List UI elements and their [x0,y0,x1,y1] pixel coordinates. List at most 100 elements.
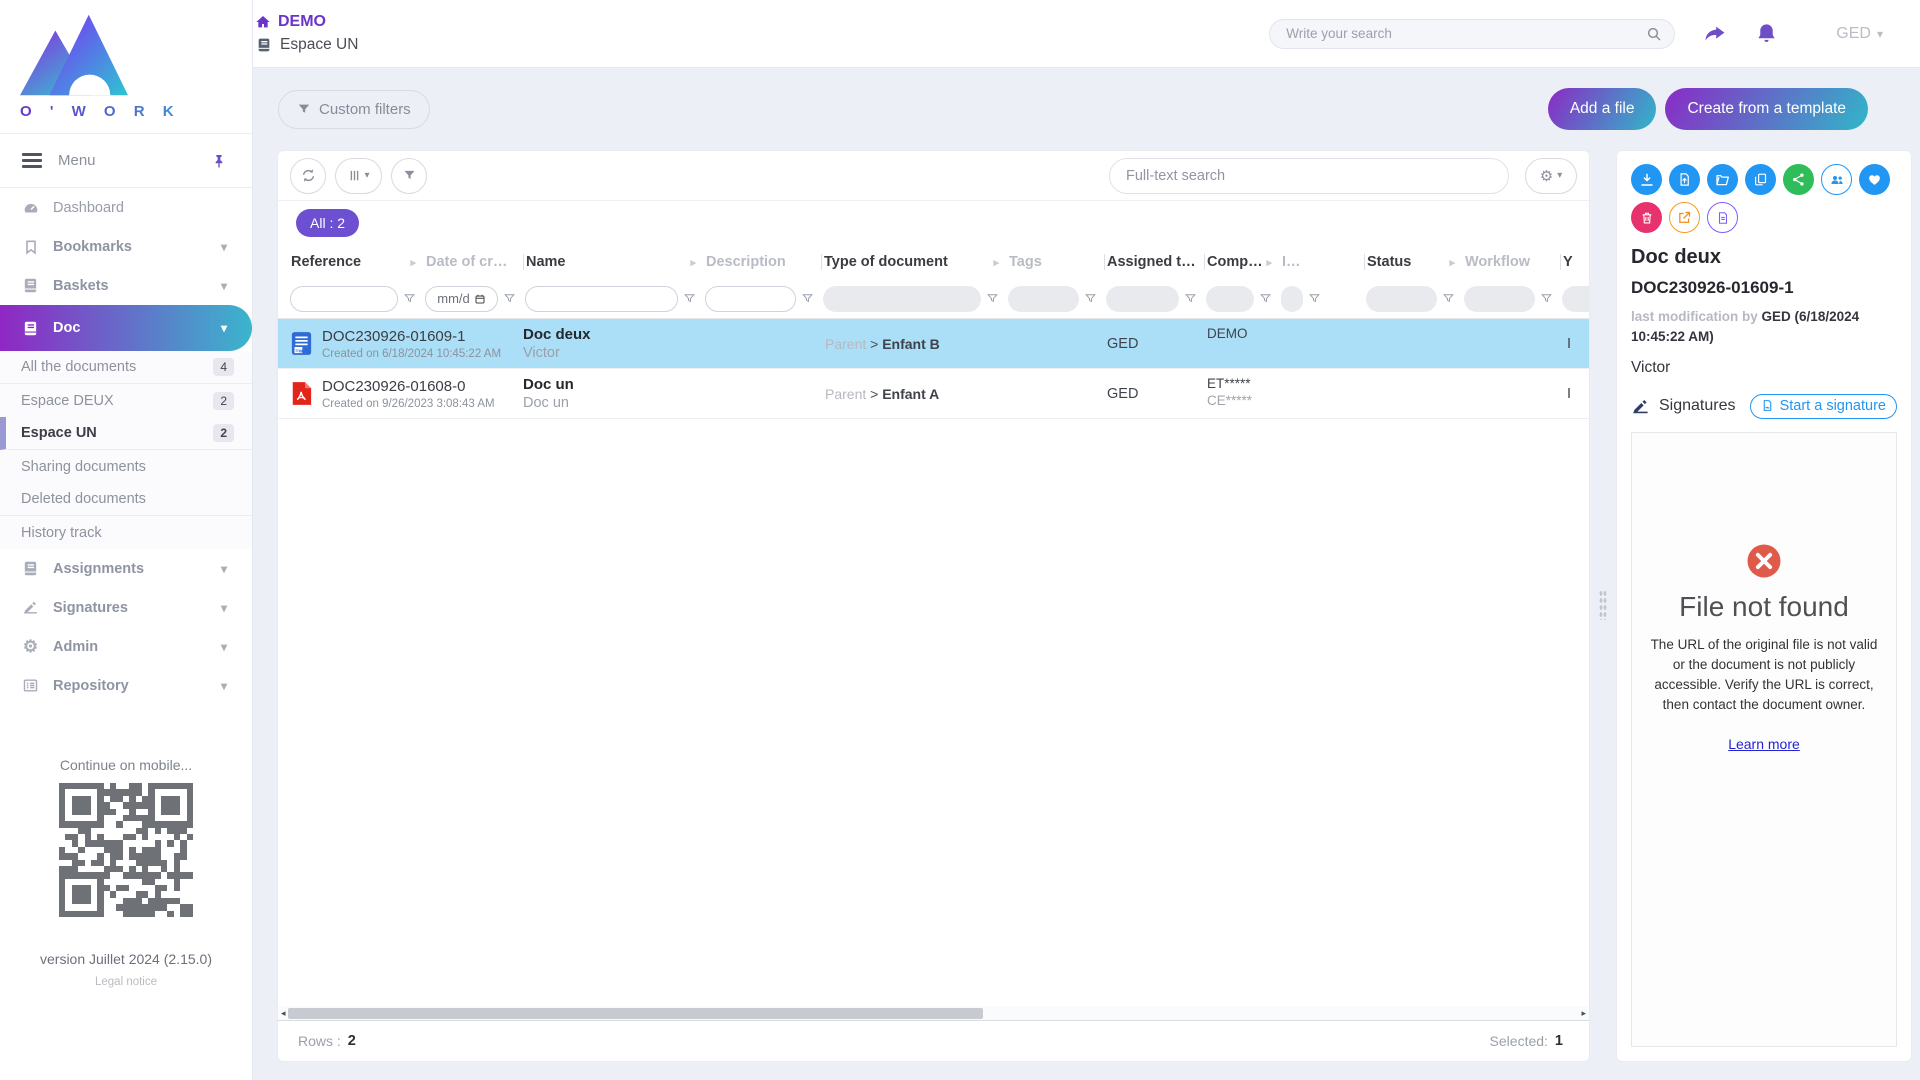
sidebar-item-admin[interactable]: ⚙ Admin ▾ [0,627,252,666]
scroll-left-icon[interactable]: ◂ [281,1008,286,1019]
column-header-y[interactable]: Y [1560,245,1589,279]
column-header-name[interactable]: Name▸ [523,245,703,279]
learn-more-link[interactable]: Learn more [1728,736,1800,752]
table-row[interactable]: DOC230926-01608-0 Created on 9/26/2023 3… [278,369,1589,419]
column-header-i[interactable]: I… [1279,245,1364,279]
row-name: Doc un [523,376,821,393]
sidebar-item-doc[interactable]: Doc ▾ [0,305,252,351]
sidebar-item-all-documents[interactable]: All the documents 4 [0,351,252,384]
delete-button[interactable] [1631,202,1662,233]
sidebar-item-assignments[interactable]: Assignments ▾ [0,549,252,588]
create-from-template-button[interactable]: Create from a template [1665,88,1868,130]
panel-resize-handle[interactable] [1599,590,1607,620]
table-viewport: Reference▸ Date of cr… Name▸ Description… [278,245,1589,419]
date-filter-input[interactable]: mm/d [425,286,498,312]
upload-file-button[interactable] [1669,164,1700,195]
funnel-icon[interactable] [1540,292,1553,305]
filter-badges: All : 2 [278,201,1589,245]
sidebar-item-history-track[interactable]: History track [0,516,252,549]
breadcrumb-root[interactable]: DEMO [255,13,358,31]
search-icon[interactable] [1646,26,1662,42]
refresh-button[interactable] [290,158,326,194]
name-filter-input[interactable] [525,286,678,312]
file-preview-panel: File not found The URL of the original f… [1631,432,1897,1048]
sidebar-item-label: Repository [53,678,129,694]
funnel-icon[interactable] [683,292,696,305]
scroll-right-icon[interactable]: ▸ [1581,1008,1586,1019]
sidebar-item-baskets[interactable]: Baskets ▾ [0,266,252,305]
breadcrumb-current[interactable]: Espace UN [255,36,358,54]
notifications-bell-icon[interactable] [1755,22,1778,45]
funnel-icon[interactable] [1084,292,1097,305]
sidebar-item-signatures[interactable]: Signatures ▾ [0,588,252,627]
table-settings-button[interactable]: ⚙ ▾ [1525,158,1577,194]
workflow-filter-disabled [1464,286,1535,312]
fulltext-search-input[interactable] [1126,168,1492,184]
error-x-icon [1746,543,1782,579]
expand-column-icon[interactable]: ▸ [1449,256,1455,269]
chevron-down-icon: ▾ [221,279,227,293]
add-file-button[interactable]: Add a file [1548,88,1657,130]
funnel-icon[interactable] [1442,292,1455,305]
share-button[interactable] [1783,164,1814,195]
chevron-down-icon: ▾ [221,321,227,335]
column-header-workflow[interactable]: Workflow [1462,245,1560,279]
description-filter-input[interactable] [705,286,796,312]
reference-filter-input[interactable] [290,286,398,312]
sidebar-item-label: Dashboard [53,200,124,216]
expand-column-icon[interactable]: ▸ [993,256,999,269]
sidebar-item-repository[interactable]: Repository ▾ [0,666,252,705]
i-filter-disabled [1281,286,1303,312]
all-filter-badge[interactable]: All : 2 [296,209,359,237]
doc-submenu: All the documents 4 Espace DEUX 2 Espace… [0,351,252,549]
filter-button[interactable] [391,158,427,194]
column-header-date[interactable]: Date of cr… [423,245,523,279]
users-button[interactable] [1821,164,1852,195]
table-row[interactable]: ≡w DOC230926-01609-1 Created on 6/18/202… [278,319,1589,369]
scrollbar-thumb[interactable] [288,1008,983,1019]
favorite-heart-button[interactable] [1859,164,1890,195]
hamburger-icon[interactable] [22,153,42,168]
column-header-status[interactable]: Status▸ [1364,245,1462,279]
funnel-icon[interactable] [1259,292,1272,305]
document-button[interactable] [1707,202,1738,233]
pin-sidebar-icon[interactable] [211,153,227,169]
funnel-icon[interactable] [1308,292,1321,305]
expand-column-icon[interactable]: ▸ [1266,256,1272,269]
breadcrumb: DEMO Espace UN [255,13,358,54]
download-button[interactable] [1631,164,1662,195]
column-header-reference[interactable]: Reference▸ [278,245,423,279]
funnel-icon[interactable] [801,292,814,305]
expand-column-icon[interactable]: ▸ [410,256,416,269]
funnel-icon[interactable] [986,292,999,305]
copy-button[interactable] [1745,164,1776,195]
funnel-icon[interactable] [1184,292,1197,305]
column-header-company[interactable]: Comp…▸ [1204,245,1279,279]
global-search-input[interactable] [1286,26,1646,41]
legal-notice-link[interactable]: Legal notice [95,976,157,988]
sidebar-item-dashboard[interactable]: Dashboard [0,188,252,227]
funnel-icon[interactable] [503,292,516,305]
column-header-type[interactable]: Type of document▸ [821,245,1006,279]
selected-count: 1 [1555,1033,1563,1049]
column-header-description[interactable]: Description [703,245,821,279]
sidebar-item-espace-un[interactable]: Espace UN 2 [0,417,252,450]
funnel-icon[interactable] [403,292,416,305]
external-link-button[interactable] [1669,202,1700,233]
share-arrow-icon[interactable] [1703,22,1727,46]
sidebar-item-espace-deux[interactable]: Espace DEUX 2 [0,384,252,417]
expand-column-icon[interactable]: ▸ [690,256,696,269]
column-header-tags[interactable]: Tags [1006,245,1104,279]
file-error-message: The URL of the original file is not vali… [1645,635,1883,716]
sidebar-item-sharing-documents[interactable]: Sharing documents [0,450,252,483]
sidebar-item-bookmarks[interactable]: Bookmarks ▾ [0,227,252,266]
row-author: Victor [523,345,821,361]
custom-filters-button[interactable]: Custom filters [278,90,430,129]
horizontal-scrollbar[interactable]: ◂ ▸ [278,1006,1589,1021]
open-folder-button[interactable] [1707,164,1738,195]
start-signature-button[interactable]: Start a signature [1750,394,1897,419]
column-header-assigned[interactable]: Assigned t… [1104,245,1204,279]
user-menu[interactable]: GED ▾ [1836,25,1883,43]
columns-button[interactable]: ▾ [335,158,382,194]
sidebar-item-deleted-documents[interactable]: Deleted documents [0,483,252,516]
